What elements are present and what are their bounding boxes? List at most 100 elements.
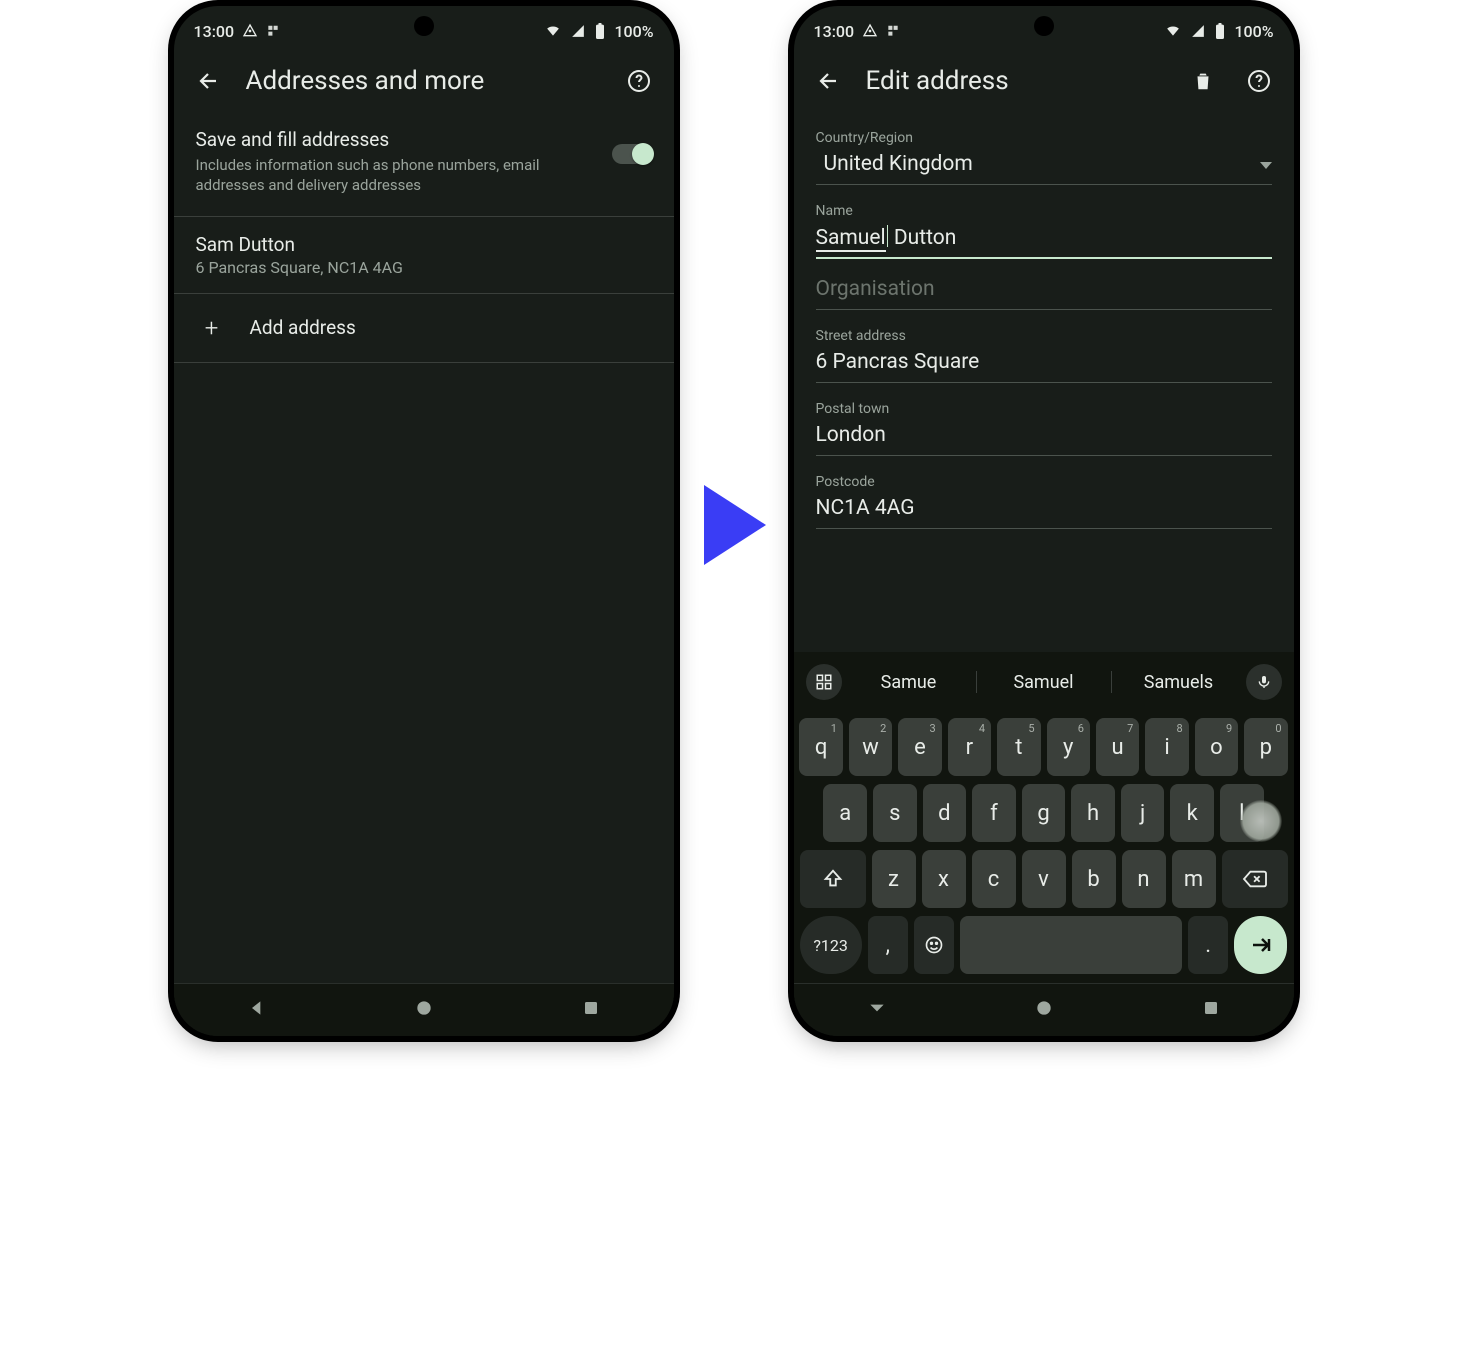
battery-icon	[1214, 23, 1226, 39]
status-time: 13:00	[194, 22, 235, 41]
nav-hide-keyboard-icon[interactable]	[867, 998, 887, 1022]
postcode-value: NC1A 4AG	[816, 496, 1272, 522]
entry-name: Sam Dutton	[196, 233, 652, 256]
address-entry[interactable]: Sam Dutton 6 Pancras Square, NC1A 4AG	[174, 217, 674, 294]
key-u[interactable]: u7	[1096, 718, 1139, 776]
country-label: Country/Region	[816, 130, 1272, 146]
help-icon[interactable]	[626, 68, 652, 94]
key-h[interactable]: h	[1071, 784, 1115, 842]
organisation-field[interactable]: Organisation	[816, 277, 1272, 310]
period-key[interactable]: .	[1188, 916, 1228, 974]
add-address-row[interactable]: + Add address	[174, 294, 674, 363]
status-time: 13:00	[814, 22, 855, 41]
key-m[interactable]: m	[1172, 850, 1216, 908]
touch-indicator	[1240, 800, 1282, 842]
key-p[interactable]: p0	[1244, 718, 1287, 776]
country-value: United Kingdom	[816, 152, 973, 178]
toggle-title: Save and fill addresses	[196, 128, 600, 151]
town-value: London	[816, 423, 1272, 449]
suggestion-1[interactable]: Samue	[852, 672, 966, 693]
nav-back-icon[interactable]	[247, 998, 267, 1022]
key-e[interactable]: e3	[898, 718, 941, 776]
save-fill-toggle-row[interactable]: Save and fill addresses Includes informa…	[174, 112, 674, 217]
street-field[interactable]: Street address 6 Pancras Square	[816, 328, 1272, 383]
key-a[interactable]: a	[823, 784, 867, 842]
key-j[interactable]: j	[1121, 784, 1165, 842]
keyboard-row-3: zxcvbnm	[800, 850, 1288, 908]
delete-icon[interactable]	[1190, 68, 1216, 94]
help-icon[interactable]	[1246, 68, 1272, 94]
key-c[interactable]: c	[972, 850, 1016, 908]
name-field[interactable]: Name Samuel Dutton	[816, 203, 1272, 259]
shift-key[interactable]	[800, 850, 866, 908]
back-icon[interactable]	[816, 68, 842, 94]
suggestion-bar: Samue Samuel Samuels	[800, 660, 1288, 710]
keyboard-row-1: q1w2e3r4t5y6u7i8o9p0	[800, 718, 1288, 776]
nav-bar	[174, 983, 674, 1036]
postcode-label: Postcode	[816, 474, 1272, 490]
wifi-icon	[544, 24, 562, 38]
key-v[interactable]: v	[1022, 850, 1066, 908]
comma-key[interactable]: ,	[868, 916, 908, 974]
mic-icon[interactable]	[1246, 664, 1282, 700]
dnd-icon	[862, 23, 878, 39]
nav-recent-icon[interactable]	[582, 999, 600, 1021]
keyboard-row-2: asdfghjkl	[800, 784, 1288, 842]
signal-icon	[1190, 24, 1206, 38]
clipboard-icon[interactable]	[806, 664, 842, 700]
country-field[interactable]: Country/Region United Kingdom	[816, 130, 1272, 185]
key-t[interactable]: t5	[997, 718, 1040, 776]
key-y[interactable]: y6	[1047, 718, 1090, 776]
key-n[interactable]: n	[1122, 850, 1166, 908]
phone-edit-address: 13:00 100% Edit address	[794, 6, 1294, 1036]
add-address-label: Add address	[250, 316, 356, 339]
town-field[interactable]: Postal town London	[816, 401, 1272, 456]
transition-arrow-icon	[694, 480, 774, 574]
chevron-down-icon	[1260, 162, 1272, 169]
key-z[interactable]: z	[872, 850, 916, 908]
numeric-key[interactable]: ?123	[800, 916, 862, 974]
toggle-switch[interactable]	[612, 144, 652, 164]
key-x[interactable]: x	[922, 850, 966, 908]
key-r[interactable]: r4	[948, 718, 991, 776]
organisation-placeholder: Organisation	[816, 277, 1272, 303]
emoji-key[interactable]	[914, 916, 954, 974]
flag-icon	[886, 24, 900, 38]
key-k[interactable]: k	[1170, 784, 1214, 842]
phone-addresses-list: 13:00 100% Addresses and more	[174, 6, 674, 1036]
key-g[interactable]: g	[1022, 784, 1066, 842]
battery-percent: 100%	[1234, 22, 1273, 41]
dnd-icon	[242, 23, 258, 39]
signal-icon	[570, 24, 586, 38]
key-o[interactable]: o9	[1195, 718, 1238, 776]
wifi-icon	[1164, 24, 1182, 38]
plus-icon: +	[202, 314, 222, 342]
backspace-key[interactable]	[1222, 850, 1288, 908]
space-key[interactable]	[960, 916, 1182, 974]
key-q[interactable]: q1	[799, 718, 842, 776]
nav-recent-icon[interactable]	[1202, 999, 1220, 1021]
nav-home-icon[interactable]	[1034, 998, 1054, 1022]
key-i[interactable]: i8	[1145, 718, 1188, 776]
key-d[interactable]: d	[923, 784, 967, 842]
camera-notch	[1034, 16, 1054, 36]
keyboard-row-4: ?123 , .	[800, 916, 1288, 974]
suggestion-3[interactable]: Samuels	[1122, 672, 1236, 693]
town-label: Postal town	[816, 401, 1272, 417]
key-s[interactable]: s	[873, 784, 917, 842]
street-label: Street address	[816, 328, 1272, 344]
key-w[interactable]: w2	[849, 718, 892, 776]
name-value: Samuel Dutton	[816, 225, 1272, 251]
back-icon[interactable]	[196, 68, 222, 94]
toggle-description: Includes information such as phone numbe…	[196, 155, 600, 196]
key-b[interactable]: b	[1072, 850, 1116, 908]
postcode-field[interactable]: Postcode NC1A 4AG	[816, 474, 1272, 529]
battery-icon	[594, 23, 606, 39]
keyboard: Samue Samuel Samuels q1w2e3r4t5y6u7i8o9p…	[794, 652, 1294, 984]
nav-home-icon[interactable]	[414, 998, 434, 1022]
go-key[interactable]	[1234, 916, 1287, 974]
key-f[interactable]: f	[972, 784, 1016, 842]
suggestion-2[interactable]: Samuel	[987, 672, 1101, 693]
app-bar: Addresses and more	[174, 46, 674, 112]
page-title: Edit address	[866, 66, 1166, 96]
